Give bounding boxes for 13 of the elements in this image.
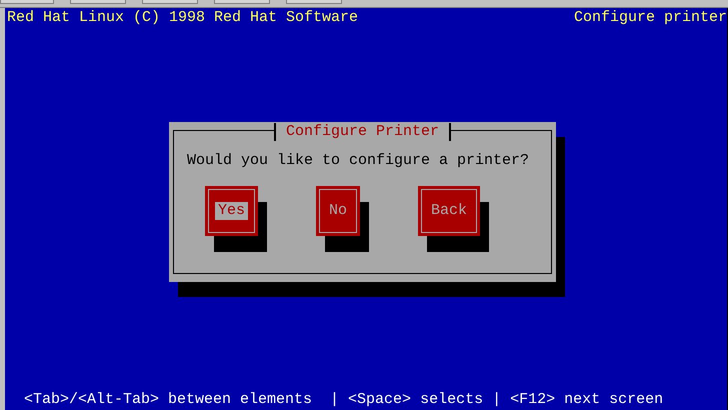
- toolbar-button[interactable]: [142, 0, 198, 4]
- toolbar-button[interactable]: [286, 0, 342, 4]
- toolbar-button[interactable]: [70, 0, 126, 4]
- dialog-button[interactable]: Yes: [205, 186, 258, 236]
- screen-title: Configure printer: [574, 9, 727, 27]
- dialog-button[interactable]: Back: [418, 186, 480, 236]
- toolbar-button[interactable]: [0, 0, 54, 4]
- toolbar-button[interactable]: [214, 0, 270, 4]
- header-title: Red Hat Linux (C) 1998 Red Hat Software: [7, 9, 358, 27]
- dialog-message: Would you like to configure a printer?: [187, 152, 530, 169]
- dialog-button[interactable]: No: [316, 186, 360, 236]
- dialog-title: Configure Printer: [274, 123, 452, 141]
- help-line: <Tab>/<Alt-Tab> between elements | <Space> selects | <F12> next screen: [24, 391, 664, 408]
